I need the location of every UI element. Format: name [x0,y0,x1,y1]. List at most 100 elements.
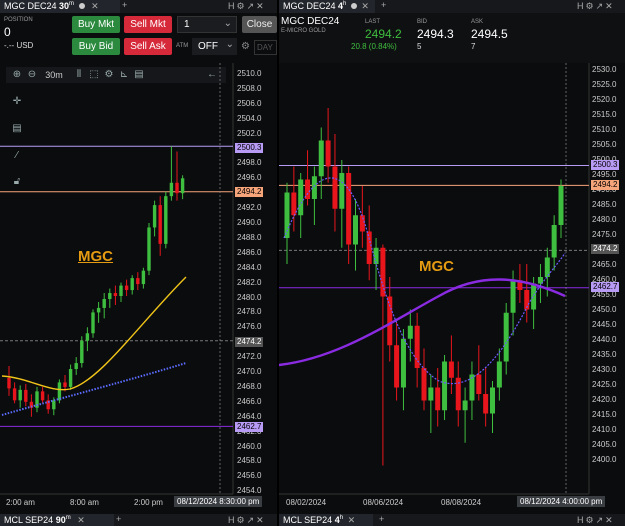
candle-body [503,312,509,362]
price-tag-mid: 2474.2 [591,244,620,254]
candle-body [63,382,67,387]
tab-mgc-30m[interactable]: MGC DEC24 30m ✕ [0,0,120,13]
add-tab-icon[interactable]: + [381,0,386,10]
ask-size: 7 [471,42,476,51]
y-tick: 2456.0 [237,471,262,481]
y-tick: 2490.0 [237,218,262,227]
y-tick: 2415.0 [592,410,617,419]
candle-body [124,285,129,291]
candle-body [40,391,45,401]
position-label: POSITION [4,17,33,23]
gear-icon[interactable]: ⚙ [241,41,250,52]
candle-body [152,205,157,228]
tab-mcl-4h[interactable]: MCL SEP24 4h ✕ [279,514,373,526]
right-candlestick-chart [279,63,590,495]
ma-dotted-line [1,362,187,416]
price-tag-upper: 2500.3 [235,143,264,153]
candle-body [476,374,482,394]
tab-status-dot [78,3,85,9]
ma-purple-line [279,278,566,367]
y-tick: 2475.0 [592,230,617,239]
candle-body [387,296,393,346]
x-tick-2: 2:00 pm [134,498,163,507]
candle-body [558,186,564,225]
chevron-down-icon[interactable]: ⌄ [226,39,234,50]
candle-body [96,307,101,313]
window-controls[interactable]: H⚙↗✕ [228,1,266,12]
close-tab-icon[interactable]: ✕ [91,1,99,11]
chart-watermark: MGC [78,248,113,265]
position-value: 0 [4,25,11,39]
sell-market-button[interactable]: Sell Mkt [124,16,172,33]
candle-body [346,173,352,245]
y-tick: 2454.0 [237,486,262,496]
tab-unit: m [65,515,71,521]
candle-body [12,388,17,401]
close-tab-icon[interactable]: ✕ [348,515,356,525]
candle-body [332,166,338,209]
tab-unit: m [69,1,75,7]
buy-bid-button[interactable]: Buy Bid [72,38,120,55]
y-tick: 2505.0 [592,140,617,149]
candle-body [339,173,345,209]
candle-body [311,176,317,199]
y-tick: 2488.0 [237,232,262,242]
y-tick: 2520.0 [592,95,617,104]
y-tick: 2515.0 [592,110,617,119]
close-tab-icon[interactable]: ✕ [361,1,369,11]
pnl-value: -.-- USD [4,41,34,50]
atm-value: OFF [198,41,218,52]
window-controls[interactable]: H⚙↗✕ [577,515,615,526]
candle-body [448,361,454,378]
atm-select[interactable]: OFF ⌄ [192,38,237,55]
tab-symbol: MCL SEP24 [4,515,54,525]
window-controls[interactable]: H⚙↗✕ [228,515,266,526]
sell-ask-button[interactable]: Sell Ask [124,38,172,55]
chart-watermark: MGC [419,258,454,275]
add-tab-icon[interactable]: + [122,0,127,10]
bid-label: BID [417,19,428,25]
candle-body [119,285,123,297]
price-tag-lower: 2462.7 [235,422,264,432]
tab-mgc-4h[interactable]: MGC DEC24 4h ✕ [279,0,375,13]
tab-unit: h [339,515,344,521]
candle-body [394,345,400,388]
y-tick: 2400.0 [592,455,617,464]
add-tab-icon[interactable]: + [116,514,121,524]
y-tick: 2470.0 [237,367,262,376]
tif-select[interactable]: DAY [254,40,277,55]
y-tick: 2480.0 [237,292,262,302]
candle-body [147,227,151,271]
chevron-down-icon[interactable]: ⌄ [224,18,232,29]
quantity-input[interactable]: 1 ⌄ [177,16,237,33]
buy-market-button[interactable]: Buy Mkt [72,16,120,33]
candle-body [510,280,516,313]
quote-panel: MGC DEC24 E-MICRO GOLD LAST 2494.2 20.8 … [279,13,625,63]
add-tab-icon[interactable]: + [379,514,384,524]
y-tick: 2410.0 [592,425,617,434]
bid-size: 5 [417,42,422,51]
left-candlestick-chart [0,63,234,495]
price-tag-upper: 2500.3 [591,160,620,170]
left-chart-panel: ⊕ ⊖ 30m ⫴ ⬚ ⚙ ⊾ ▤ ← ✛ ▤ ⁄ 🔓︎ MGC 2510.0 2… [0,63,277,514]
close-position-button[interactable]: Close [242,16,277,33]
window-controls[interactable]: H⚙↗✕ [577,1,615,12]
candle-body [164,196,168,244]
price-tag-last: 2494.2 [235,187,264,197]
atm-label: ATM [176,43,189,49]
tab-mcl-90m[interactable]: MCL SEP24 90m ✕ [0,514,114,526]
candle-body [80,340,84,364]
candle-body [158,205,162,244]
x-tick-0: 2:00 am [6,498,35,507]
y-tick: 2468.0 [237,381,262,391]
candle-body [130,278,134,291]
close-tab-icon[interactable]: ✕ [77,515,85,525]
candle-body [428,387,434,401]
y-tick: 2510.0 [592,125,617,134]
candle-body [442,361,448,411]
candle-body [366,231,372,264]
price-tag-mid: 2474.2 [235,337,264,347]
candle-body [462,400,468,411]
candle-body [18,389,22,401]
x-tick-0: 08/02/2024 [286,498,327,507]
